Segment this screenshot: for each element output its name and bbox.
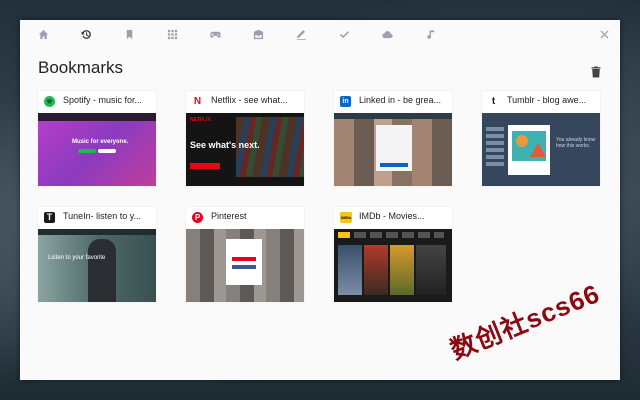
music-note-icon[interactable] <box>422 26 438 42</box>
inbox-icon[interactable] <box>250 26 266 42</box>
thumbnail-text: See what's next. <box>190 140 260 150</box>
bookmark-card-spotify[interactable]: Spotify - music for... Music for everyon… <box>38 91 156 186</box>
bookmark-title: IMDb - Movies... <box>359 211 425 221</box>
bookmark-thumbnail: NETFLIX See what's next. <box>186 113 304 186</box>
imdb-favicon-icon: IMDb <box>340 212 352 223</box>
card-header: IMDb IMDb - Movies... <box>334 207 452 229</box>
bookmark-title: TuneIn- listen to y... <box>63 211 142 221</box>
card-header: t Tumblr - blog awe... <box>482 91 600 113</box>
thumbnail-logo-text: NETFLIX <box>190 117 211 123</box>
tumblr-favicon-icon: t <box>488 96 499 107</box>
bookmark-title: Tumblr - blog awe... <box>507 95 587 105</box>
bookmark-title: Spotify - music for... <box>63 95 143 105</box>
bookmark-thumbnail <box>334 113 452 186</box>
bookmark-card-pinterest[interactable]: P Pinterest <box>186 207 304 302</box>
bookmark-card-netflix[interactable]: N Netflix - see what... NETFLIX See what… <box>186 91 304 186</box>
history-icon[interactable] <box>78 26 94 42</box>
bookmark-card-linkedin[interactable]: in Linked in - be grea... <box>334 91 452 186</box>
bookmark-thumbnail <box>334 229 452 302</box>
cloud-icon[interactable] <box>379 26 395 42</box>
home-icon[interactable] <box>35 26 51 42</box>
bookmark-title: Pinterest <box>211 211 247 221</box>
page-title: Bookmarks <box>38 58 124 77</box>
bookmark-title: Netflix - see what... <box>211 95 288 105</box>
bookmark-thumbnail: You already know how this works. <box>482 113 600 186</box>
top-nav-bar <box>20 20 620 48</box>
spotify-favicon-icon <box>44 96 55 107</box>
card-header: P Pinterest <box>186 207 304 229</box>
thumbnail-text: You already know how this works. <box>556 137 596 149</box>
card-header: T TuneIn- listen to y... <box>38 207 156 229</box>
bookmark-thumbnail <box>186 229 304 302</box>
close-icon[interactable] <box>596 26 612 42</box>
card-header: in Linked in - be grea... <box>334 91 452 113</box>
bookmark-title: Linked in - be grea... <box>359 95 442 105</box>
card-header: Spotify - music for... <box>38 91 156 113</box>
pinterest-favicon-icon: P <box>192 212 203 223</box>
bookmark-card-tumblr[interactable]: t Tumblr - blog awe... You already know … <box>482 91 600 186</box>
bookmark-icon[interactable] <box>121 26 137 42</box>
trash-icon[interactable] <box>591 65 603 79</box>
thumbnail-text: Listen to your favorite <box>48 255 106 261</box>
check-icon[interactable] <box>336 26 352 42</box>
bookmark-thumbnail: Music for everyone. <box>38 113 156 186</box>
thumbnail-text: Music for everyone. <box>72 139 129 145</box>
netflix-favicon-icon: N <box>192 96 203 107</box>
linkedin-favicon-icon: in <box>340 96 351 107</box>
bookmark-card-tunein[interactable]: T TuneIn- listen to y... Listen to your … <box>38 207 156 302</box>
apps-grid-icon[interactable] <box>164 26 180 42</box>
bookmark-thumbnail: Listen to your favorite <box>38 229 156 302</box>
bookmark-card-imdb[interactable]: IMDb IMDb - Movies... <box>334 207 452 302</box>
card-header: N Netflix - see what... <box>186 91 304 113</box>
pencil-icon[interactable] <box>293 26 309 42</box>
gamepad-icon[interactable] <box>207 26 223 42</box>
tunein-favicon-icon: T <box>44 212 55 223</box>
